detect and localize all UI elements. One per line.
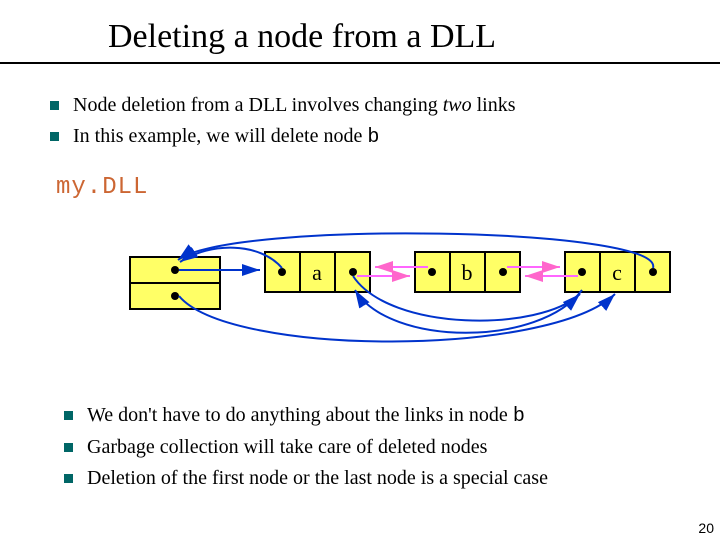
bullet-code: b	[513, 405, 525, 428]
bullet-marker-icon	[64, 411, 73, 420]
node-a-label: a	[312, 260, 322, 285]
bullet-marker-icon	[50, 132, 59, 141]
bullet-code: b	[367, 126, 379, 149]
node-b-label: b	[462, 260, 473, 285]
bullet-text: links	[472, 94, 516, 116]
bullet-marker-icon	[50, 101, 59, 110]
bullet-text: We don't have to do anything about the l…	[87, 404, 513, 426]
bullet-text: Node deletion from a DLL involves changi…	[73, 94, 443, 116]
bullet-marker-icon	[64, 443, 73, 452]
bullet-item: Node deletion from a DLL involves changi…	[50, 92, 670, 119]
page-number: 20	[698, 520, 714, 536]
variable-label: my.DLL	[56, 174, 148, 201]
bullets-bottom: We don't have to do anything about the l…	[64, 402, 704, 496]
bullet-text: Deletion of the first node or the last n…	[87, 467, 548, 489]
node-a: a	[265, 252, 370, 292]
bullet-text: In this example, we will delete node	[73, 125, 367, 147]
slide-title: Deleting a node from a DLL	[108, 18, 496, 56]
bullet-item: Deletion of the first node or the last n…	[64, 465, 704, 492]
bullet-item: We don't have to do anything about the l…	[64, 402, 704, 430]
node-c: c	[565, 252, 670, 292]
bullet-item: In this example, we will delete node b	[50, 123, 670, 151]
head-box	[130, 257, 220, 309]
bullet-emph: two	[443, 94, 472, 116]
node-c-label: c	[612, 260, 622, 285]
bullet-marker-icon	[64, 474, 73, 483]
bullet-item: Garbage collection will take care of del…	[64, 434, 704, 461]
bullet-text: Garbage collection will take care of del…	[87, 436, 487, 458]
bullets-top: Node deletion from a DLL involves changi…	[50, 92, 670, 155]
title-underline	[0, 62, 720, 64]
node-b: b	[415, 252, 520, 292]
dll-diagram: a b c	[120, 212, 680, 362]
arrow-head-last-icon	[179, 294, 615, 342]
